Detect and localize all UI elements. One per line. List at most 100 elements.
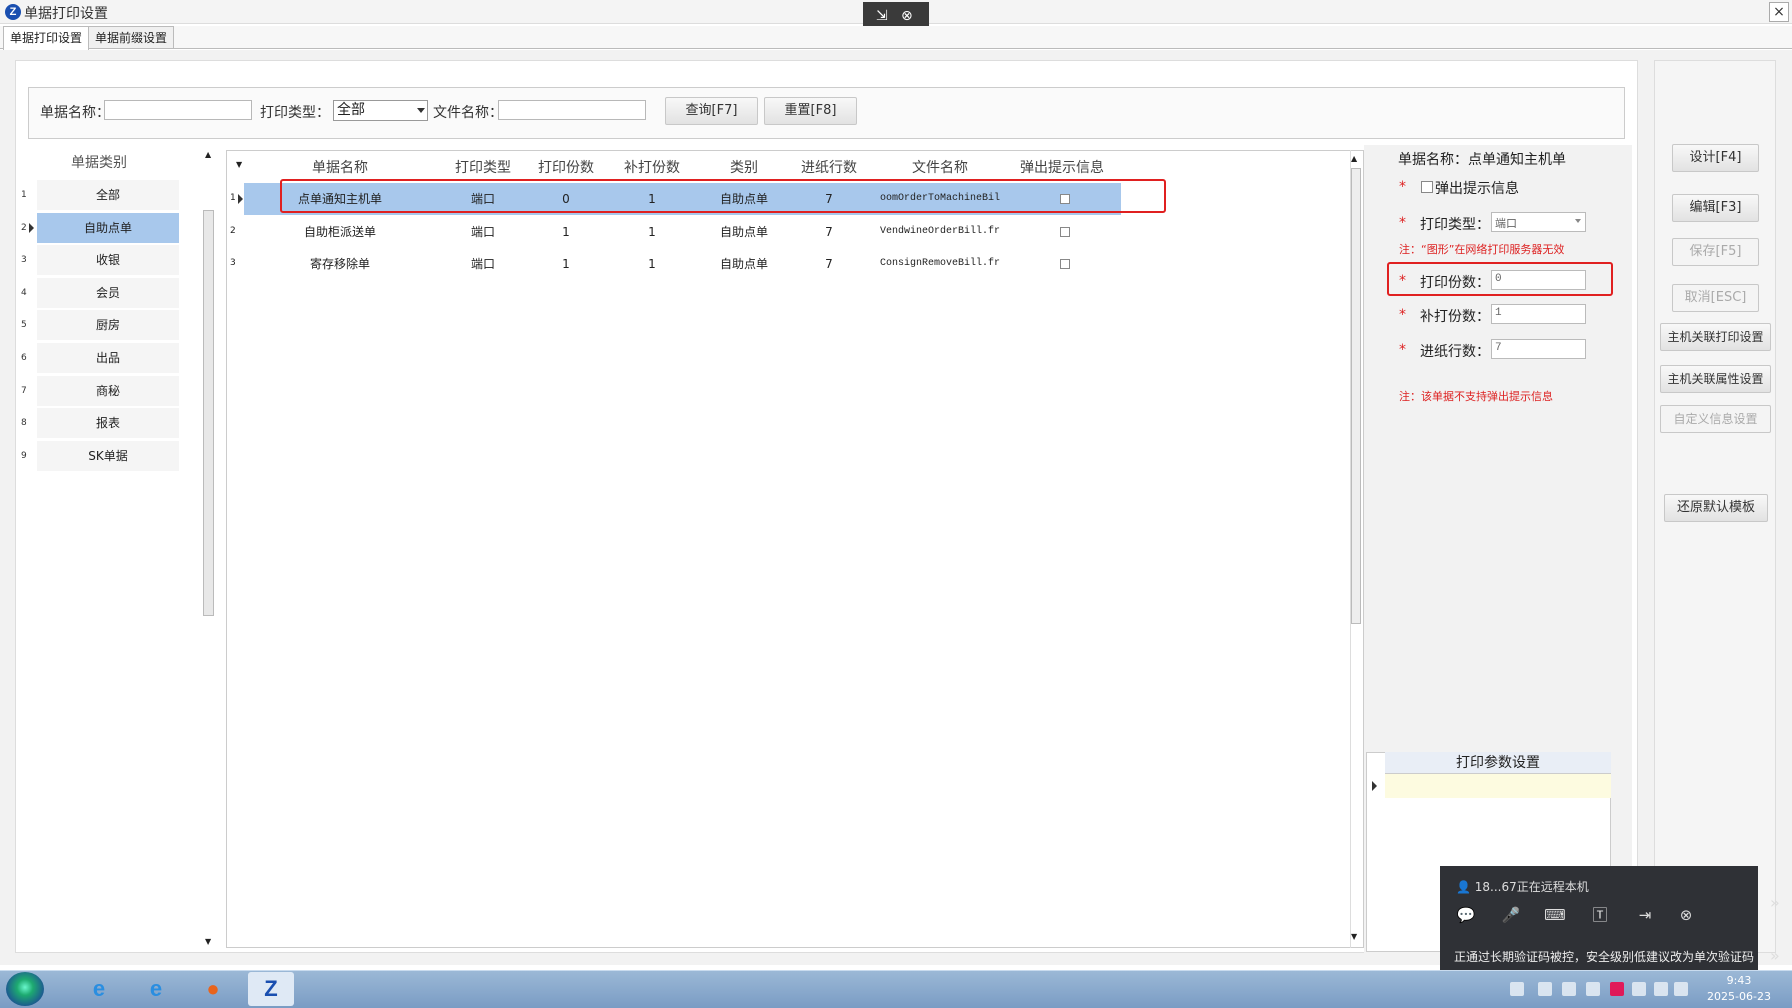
tray-sync-icon[interactable] bbox=[1632, 982, 1646, 996]
category-item[interactable]: 出品 bbox=[37, 343, 179, 373]
tray-app2-icon[interactable] bbox=[1610, 982, 1624, 996]
tray-volume-icon[interactable] bbox=[1674, 982, 1688, 996]
popup-checkbox[interactable] bbox=[1421, 181, 1433, 193]
search-file-input[interactable] bbox=[498, 100, 646, 120]
column-header[interactable]: 单据名称 bbox=[290, 157, 390, 177]
column-header[interactable]: 类别 bbox=[704, 157, 784, 177]
disconnect-icon[interactable]: ⊗ bbox=[1675, 904, 1697, 926]
window-title: 单据打印设置 bbox=[24, 6, 108, 22]
popup-unsupported-note: 注：该单据不支持弹出提示信息 bbox=[1399, 390, 1553, 403]
user-icon: 👤 bbox=[1456, 880, 1475, 894]
print-type-select[interactable]: 全部 bbox=[333, 100, 428, 121]
category-item[interactable]: SK单据 bbox=[37, 440, 179, 471]
column-header[interactable]: 补打份数 bbox=[612, 157, 692, 177]
reprint-input[interactable]: 1 bbox=[1491, 304, 1586, 324]
category-item[interactable]: 自助点单 bbox=[37, 212, 179, 243]
scroll-up-icon[interactable]: ▲ bbox=[205, 150, 211, 159]
required-star: * bbox=[1399, 179, 1406, 195]
column-header[interactable]: 弹出提示信息 bbox=[1007, 157, 1117, 177]
taskbar-clock[interactable]: 9:43 2025-06-23 bbox=[1700, 973, 1778, 1005]
search-name-label: 单据名称： bbox=[40, 105, 110, 121]
search-type-label: 打印类型： bbox=[260, 105, 330, 121]
save-button[interactable]: 保存[F5] bbox=[1672, 238, 1759, 266]
tray-keyboard-icon[interactable] bbox=[1510, 982, 1524, 996]
query-button[interactable]: 查询[F7] bbox=[665, 97, 758, 125]
reset-button[interactable]: 重置[F8] bbox=[764, 97, 857, 125]
category-scroll-thumb[interactable] bbox=[203, 210, 214, 616]
category-item[interactable]: 全部 bbox=[37, 180, 179, 210]
copies-input[interactable]: 0 bbox=[1491, 270, 1586, 290]
collapse-icon[interactable]: » bbox=[1770, 893, 1780, 912]
restore-template-button[interactable]: 还原默认模板 bbox=[1664, 494, 1768, 522]
column-header[interactable]: 打印份数 bbox=[526, 157, 606, 177]
chevron-down-icon bbox=[1575, 219, 1581, 223]
tab-bar bbox=[0, 26, 1792, 49]
tray-app-icon[interactable] bbox=[1562, 982, 1576, 996]
popup-checkbox[interactable] bbox=[1060, 226, 1070, 237]
grid-sort-icon[interactable]: ▼ bbox=[236, 160, 242, 169]
clock-date: 2025-06-23 bbox=[1707, 990, 1771, 1003]
category-header: 单据类别 bbox=[71, 155, 127, 171]
tab-prefix-settings[interactable]: 单据前缀设置 bbox=[88, 26, 175, 48]
cell-feed: 7 bbox=[825, 224, 833, 239]
cell-name: 自助柜派送单 bbox=[303, 224, 376, 239]
file-transfer-icon[interactable]: ⇥ bbox=[1634, 904, 1656, 926]
cell-file: VendwineOrderBill.fr3 bbox=[880, 225, 1000, 237]
ie-icon[interactable]: e bbox=[76, 972, 122, 1006]
popup-label: 弹出提示信息 bbox=[1435, 181, 1519, 197]
column-header[interactable]: 打印类型 bbox=[433, 157, 533, 177]
cell-category: 自助点单 bbox=[719, 257, 768, 272]
tray-window-icon[interactable] bbox=[1538, 982, 1552, 996]
scroll-down-icon[interactable]: ▼ bbox=[205, 937, 211, 946]
text-icon[interactable]: 🅃 bbox=[1589, 904, 1611, 926]
chat-icon[interactable]: 💬 bbox=[1455, 904, 1477, 926]
popup-checkbox[interactable] bbox=[1060, 259, 1070, 270]
feed-input[interactable]: 7 bbox=[1491, 339, 1586, 359]
detail-print-type-select[interactable]: 端口 bbox=[1491, 212, 1586, 232]
tray-display-icon[interactable] bbox=[1654, 982, 1668, 996]
expand-icon[interactable]: » bbox=[1770, 946, 1780, 965]
row-number: 2 bbox=[230, 225, 236, 236]
category-item[interactable]: 厨房 bbox=[37, 310, 179, 341]
cancel-button[interactable]: 取消[ESC] bbox=[1672, 284, 1759, 312]
cell-copies: 1 bbox=[562, 257, 570, 272]
grid-scroll-thumb[interactable] bbox=[1351, 168, 1361, 624]
host-print-settings-button[interactable]: 主机关联打印设置 bbox=[1660, 323, 1771, 351]
firefox-icon[interactable]: ● bbox=[190, 972, 236, 1006]
search-name-input[interactable] bbox=[104, 100, 252, 120]
window-close-button[interactable]: × bbox=[1769, 2, 1789, 22]
column-header[interactable]: 文件名称 bbox=[880, 157, 1000, 177]
detail-name-label: 单据名称： bbox=[1398, 152, 1468, 168]
app-taskbar-icon[interactable]: Z bbox=[248, 972, 294, 1006]
pin-icon[interactable]: ⇲ bbox=[876, 8, 888, 24]
search-file-label: 文件名称： bbox=[433, 105, 503, 121]
design-button[interactable]: 设计[F4] bbox=[1672, 144, 1759, 172]
row-number: 3 bbox=[230, 258, 236, 269]
grid-scroll-up-icon[interactable]: ▲ bbox=[1351, 154, 1357, 163]
cell-category: 自助点单 bbox=[719, 224, 768, 239]
remote-title-text: 18...67正在远程本机 bbox=[1474, 880, 1589, 894]
param-row[interactable] bbox=[1385, 774, 1611, 798]
tab-print-settings[interactable]: 单据打印设置 bbox=[3, 26, 90, 50]
close-remote-icon[interactable]: ⊗ bbox=[901, 8, 913, 24]
app-logo-icon: Z bbox=[5, 4, 21, 20]
detail-name-value: 点单通知主机单 bbox=[1468, 152, 1566, 168]
copies-label: 打印份数： bbox=[1420, 275, 1490, 291]
custom-info-button[interactable]: 自定义信息设置 bbox=[1660, 405, 1771, 433]
grid-scroll-down-icon[interactable]: ▼ bbox=[1351, 932, 1357, 941]
keyboard-icon[interactable]: ⌨ bbox=[1544, 904, 1566, 926]
column-header[interactable]: 进纸行数 bbox=[789, 157, 869, 177]
category-item[interactable]: 会员 bbox=[37, 277, 179, 308]
microphone-icon[interactable]: 🎤 bbox=[1500, 904, 1522, 926]
category-item[interactable]: 商秘 bbox=[37, 375, 179, 406]
chevron-down-icon bbox=[417, 108, 425, 113]
tray-network-icon[interactable] bbox=[1586, 982, 1600, 996]
param-header: 打印参数设置 bbox=[1385, 752, 1611, 774]
ie-icon[interactable]: e bbox=[133, 972, 179, 1006]
start-button-icon[interactable] bbox=[6, 972, 44, 1006]
category-item[interactable]: 报表 bbox=[37, 408, 179, 439]
cell-name: 寄存移除单 bbox=[309, 257, 370, 272]
host-attr-settings-button[interactable]: 主机关联属性设置 bbox=[1660, 365, 1771, 393]
edit-button[interactable]: 编辑[F3] bbox=[1672, 194, 1759, 222]
category-item[interactable]: 收银 bbox=[37, 245, 179, 276]
